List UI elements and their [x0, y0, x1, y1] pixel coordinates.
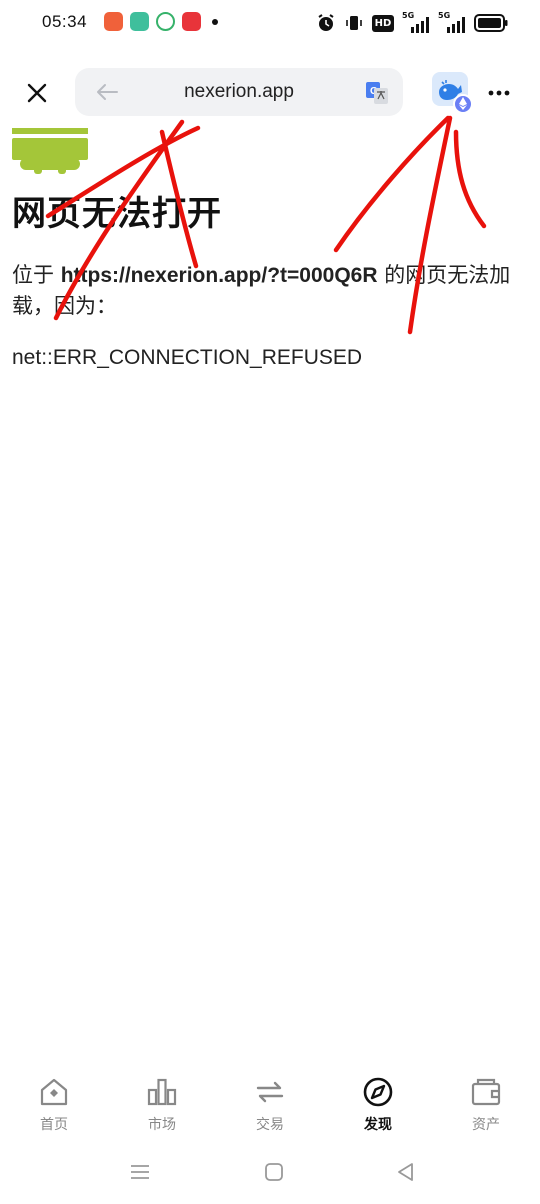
- nav-item-market[interactable]: 市场: [108, 1070, 216, 1140]
- status-time: 05:34: [42, 12, 88, 31]
- android-logo-icon: [12, 128, 88, 174]
- home-square-icon[interactable]: [262, 1160, 286, 1184]
- wallet-icon: [471, 1078, 501, 1106]
- nav-label-trade: 交易: [256, 1117, 284, 1133]
- error-title: 网页无法打开: [12, 194, 222, 234]
- system-navigation-bar: [0, 1150, 540, 1194]
- app-notification-icon: [156, 12, 175, 31]
- nav-item-discover[interactable]: 发现: [324, 1070, 432, 1140]
- nav-item-trade[interactable]: 交易: [216, 1070, 324, 1140]
- notification-icons: [104, 12, 218, 31]
- error-url: https://nexerion.app/?t=000Q6R: [60, 264, 378, 287]
- nav-item-home[interactable]: 首页: [0, 1070, 108, 1140]
- translate-icon[interactable]: G: [365, 81, 389, 105]
- hd-icon: HD: [372, 14, 394, 32]
- nav-item-assets[interactable]: 资产: [432, 1070, 540, 1140]
- vibrate-icon: [346, 16, 362, 30]
- bottom-navigation: 首页 市场 交易 发现 资产: [0, 1070, 540, 1140]
- more-options-icon[interactable]: [484, 78, 514, 108]
- status-bar: 05:34 HD 5G 5G: [0, 0, 540, 46]
- system-icons: HD 5G 5G: [316, 11, 508, 33]
- nav-label-discover: 发现: [364, 1117, 392, 1133]
- close-icon[interactable]: [22, 78, 52, 108]
- compass-icon: [363, 1077, 393, 1107]
- app-notification-icon: [104, 12, 123, 31]
- nav-label-market: 市场: [148, 1117, 176, 1133]
- nav-label-home: 首页: [40, 1117, 68, 1133]
- dapp-wallet-badge[interactable]: [432, 72, 474, 114]
- alarm-icon: [318, 14, 334, 31]
- home-icon: [40, 1078, 68, 1106]
- error-code: net::ERR_CONNECTION_REFUSED: [12, 346, 363, 369]
- back-triangle-icon[interactable]: [394, 1160, 418, 1184]
- signal-5g-icon: 5G: [402, 11, 430, 33]
- battery-icon: [474, 14, 508, 32]
- address-bar[interactable]: nexerion.app G: [75, 68, 403, 116]
- more-notifications-dot: [212, 18, 218, 25]
- error-message: 位于 https://nexerion.app/?t=000Q6R 的网页无法加…: [12, 260, 527, 322]
- browser-toolbar: nexerion.app G: [0, 64, 540, 120]
- message-notification-icon: [182, 12, 201, 31]
- error-message-prefix: 位于: [12, 263, 61, 287]
- url-text: nexerion.app: [184, 81, 294, 102]
- menu-lines-icon[interactable]: [128, 1160, 152, 1184]
- signal-5g-icon: 5G: [438, 11, 466, 33]
- swap-icon: [256, 1081, 284, 1103]
- bar-chart-icon: [147, 1078, 177, 1106]
- nav-label-assets: 资产: [472, 1117, 500, 1133]
- shop-notification-icon: [130, 12, 149, 31]
